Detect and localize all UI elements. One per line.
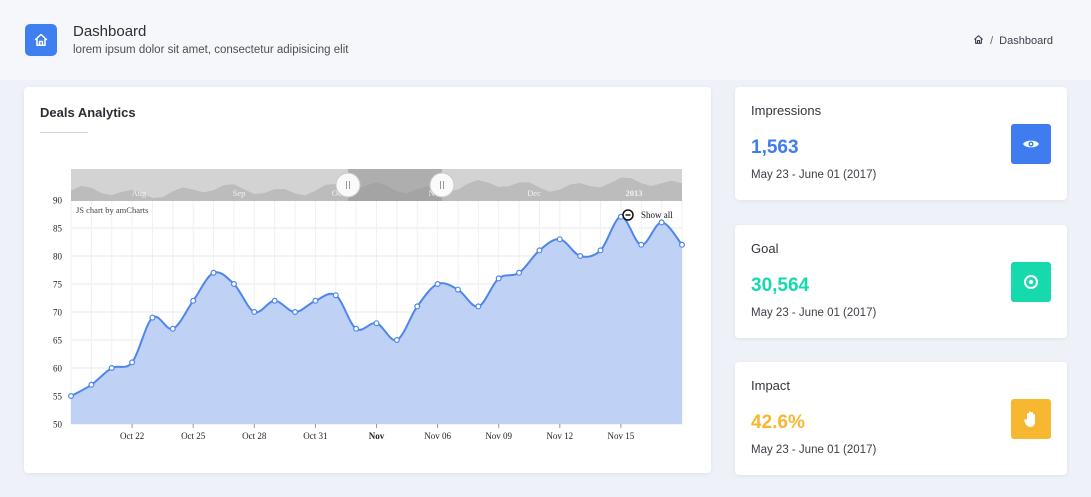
y-tick-label: 90 [53, 196, 63, 206]
data-point [271, 297, 278, 304]
x-tick-label: Oct 25 [181, 431, 206, 441]
y-tick-label: 85 [53, 224, 63, 234]
show-all-button[interactable]: Show all [641, 210, 673, 220]
scrollbar-label: 2013 [626, 188, 643, 198]
stat-title: Goal [751, 241, 779, 256]
scrollbar-left-grip[interactable] [335, 172, 361, 198]
y-tick-label: 55 [53, 392, 63, 402]
scrollbar-label: Dec [527, 188, 541, 198]
data-point [332, 292, 339, 299]
home-icon[interactable] [973, 34, 984, 48]
stat-card-goal: Goal 30,564 May 23 - June 01 (2017) [735, 225, 1067, 338]
stat-date-range: May 23 - June 01 (2017) [751, 307, 877, 319]
data-point [577, 253, 584, 260]
scrollbar-right-grip[interactable] [429, 172, 455, 198]
home-icon [25, 24, 57, 56]
chart-credit: JS chart by amCharts [76, 205, 148, 215]
eye-icon [1011, 124, 1051, 164]
data-point [190, 297, 197, 304]
data-point [88, 381, 95, 388]
data-point [658, 219, 665, 226]
data-point [536, 247, 543, 254]
y-tick-label: 80 [53, 252, 63, 262]
data-point [251, 309, 258, 316]
x-tick-label: Oct 22 [120, 431, 144, 441]
stat-title: Impact [751, 378, 791, 393]
scrollbar-label: Sep [233, 188, 246, 198]
data-point [678, 241, 685, 248]
breadcrumb: / Dashboard [973, 34, 1053, 48]
x-tick-label: Nov 09 [485, 431, 512, 441]
data-point [210, 269, 217, 276]
stat-value: 30,564 [751, 275, 810, 296]
y-tick-label: 70 [53, 308, 63, 318]
data-point [414, 303, 421, 310]
data-point [495, 275, 502, 282]
data-point [454, 286, 461, 293]
data-point [516, 269, 523, 276]
hand-icon [1011, 399, 1051, 439]
data-point [67, 393, 74, 400]
page-header: Dashboard lorem ipsum dolor sit amet, co… [0, 0, 1091, 80]
x-tick-label: Oct 28 [242, 431, 267, 441]
deals-analytics-card: Deals Analytics 50 55 60 65 70 75 80 85 90 Oct 22… [24, 87, 711, 473]
target-icon [1011, 262, 1051, 302]
stat-date-range: May 23 - June 01 (2017) [751, 169, 877, 181]
data-point [149, 314, 156, 321]
stat-value: 42.6% [751, 412, 805, 433]
breadcrumb-current: Dashboard [999, 35, 1053, 47]
x-tick-label: Nov 15 [608, 431, 635, 441]
y-tick-label: 65 [53, 336, 63, 346]
deals-chart[interactable]: 50 55 60 65 70 75 80 85 90 Oct 22 Oct 25 Oct 28 Oct … [24, 87, 711, 473]
y-tick-label: 60 [53, 364, 63, 374]
data-point [393, 337, 400, 344]
data-point [556, 236, 563, 243]
data-point [638, 241, 645, 248]
y-tick-label: 75 [53, 280, 63, 290]
x-tick-label: Nov 06 [424, 431, 451, 441]
stat-date-range: May 23 - June 01 (2017) [751, 444, 877, 456]
data-point [312, 297, 319, 304]
stat-value: 1,563 [751, 137, 799, 158]
x-tick-label: Nov [369, 431, 385, 441]
page-title: Dashboard [73, 23, 147, 40]
stat-card-impact: Impact 42.6% May 23 - June 01 (2017) [735, 362, 1067, 475]
page-subtitle: lorem ipsum dolor sit amet, consectetur … [73, 44, 349, 56]
data-point [169, 325, 176, 332]
data-point [597, 247, 604, 254]
data-point [108, 365, 115, 372]
data-point [373, 320, 380, 327]
stat-title: Impressions [751, 103, 822, 118]
breadcrumb-separator: / [990, 35, 994, 47]
scrollbar-label: Aug [132, 188, 147, 198]
y-tick-label: 50 [53, 420, 63, 430]
x-tick-label: Oct 31 [303, 431, 327, 441]
data-point [230, 281, 237, 288]
x-tick-label: Nov 12 [546, 431, 573, 441]
data-point [292, 309, 299, 316]
data-point [353, 325, 360, 332]
stat-card-impressions: Impressions 1,563 May 23 - June 01 (2017… [735, 87, 1067, 200]
data-point [475, 303, 482, 310]
data-point [129, 359, 136, 366]
data-point [434, 281, 441, 288]
